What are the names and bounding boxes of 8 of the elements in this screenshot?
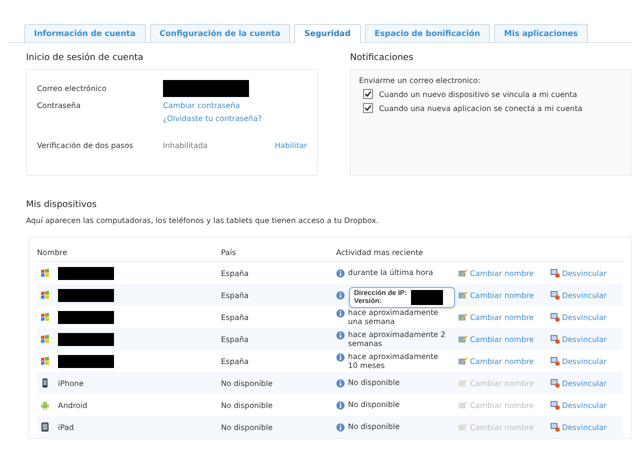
section-title: Inicio de sesión de cuenta: [26, 53, 144, 63]
tab[interactable]: Espacio de bonificación: [364, 24, 490, 42]
section-title: Notificaciones: [350, 53, 414, 63]
tab[interactable]: Mis aplicaciones: [494, 24, 588, 42]
tab[interactable]: Seguridad: [294, 24, 361, 43]
tab[interactable]: Configuración de la cuenta: [150, 24, 290, 42]
tab[interactable]: Información de cuenta: [24, 24, 146, 42]
section-title: Mis dispositivos: [26, 200, 98, 210]
